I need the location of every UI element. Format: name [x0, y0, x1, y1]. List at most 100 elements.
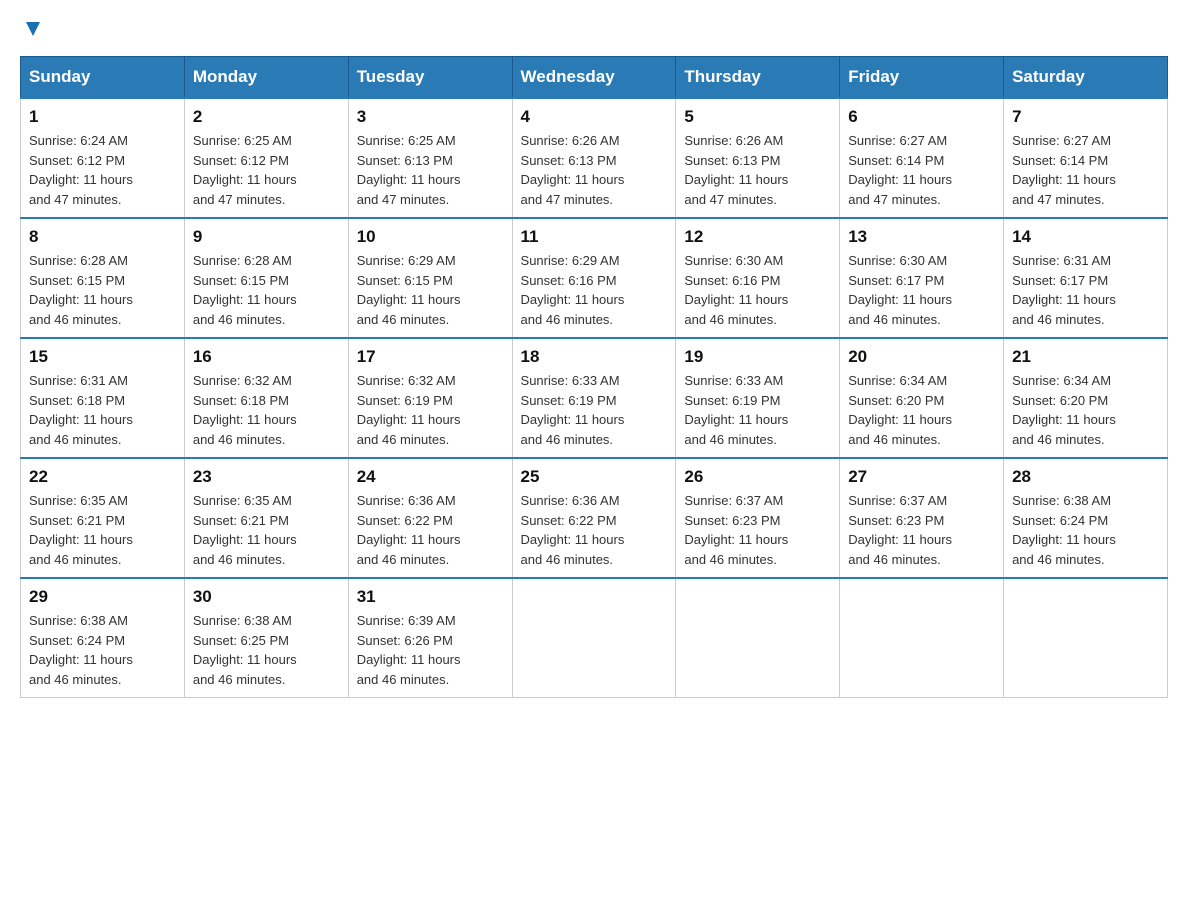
- column-header-thursday: Thursday: [676, 57, 840, 99]
- day-cell-16: 16 Sunrise: 6:32 AMSunset: 6:18 PMDaylig…: [184, 338, 348, 458]
- day-info: Sunrise: 6:31 AMSunset: 6:18 PMDaylight:…: [29, 371, 176, 449]
- empty-cell: [676, 578, 840, 698]
- day-number: 27: [848, 467, 995, 487]
- day-cell-3: 3 Sunrise: 6:25 AMSunset: 6:13 PMDayligh…: [348, 98, 512, 218]
- day-cell-20: 20 Sunrise: 6:34 AMSunset: 6:20 PMDaylig…: [840, 338, 1004, 458]
- day-number: 4: [521, 107, 668, 127]
- day-cell-13: 13 Sunrise: 6:30 AMSunset: 6:17 PMDaylig…: [840, 218, 1004, 338]
- day-number: 19: [684, 347, 831, 367]
- day-cell-1: 1 Sunrise: 6:24 AMSunset: 6:12 PMDayligh…: [21, 98, 185, 218]
- day-cell-11: 11 Sunrise: 6:29 AMSunset: 6:16 PMDaylig…: [512, 218, 676, 338]
- day-number: 18: [521, 347, 668, 367]
- day-cell-10: 10 Sunrise: 6:29 AMSunset: 6:15 PMDaylig…: [348, 218, 512, 338]
- day-info: Sunrise: 6:33 AMSunset: 6:19 PMDaylight:…: [521, 371, 668, 449]
- calendar-header-row: SundayMondayTuesdayWednesdayThursdayFrid…: [21, 57, 1168, 99]
- day-info: Sunrise: 6:26 AMSunset: 6:13 PMDaylight:…: [684, 131, 831, 209]
- day-cell-12: 12 Sunrise: 6:30 AMSunset: 6:16 PMDaylig…: [676, 218, 840, 338]
- day-number: 1: [29, 107, 176, 127]
- empty-cell: [840, 578, 1004, 698]
- day-number: 8: [29, 227, 176, 247]
- day-number: 26: [684, 467, 831, 487]
- day-info: Sunrise: 6:27 AMSunset: 6:14 PMDaylight:…: [1012, 131, 1159, 209]
- day-cell-28: 28 Sunrise: 6:38 AMSunset: 6:24 PMDaylig…: [1004, 458, 1168, 578]
- day-info: Sunrise: 6:25 AMSunset: 6:12 PMDaylight:…: [193, 131, 340, 209]
- day-number: 10: [357, 227, 504, 247]
- day-cell-26: 26 Sunrise: 6:37 AMSunset: 6:23 PMDaylig…: [676, 458, 840, 578]
- day-number: 20: [848, 347, 995, 367]
- day-info: Sunrise: 6:38 AMSunset: 6:25 PMDaylight:…: [193, 611, 340, 689]
- day-number: 15: [29, 347, 176, 367]
- day-number: 13: [848, 227, 995, 247]
- week-row-2: 8 Sunrise: 6:28 AMSunset: 6:15 PMDayligh…: [21, 218, 1168, 338]
- day-info: Sunrise: 6:26 AMSunset: 6:13 PMDaylight:…: [521, 131, 668, 209]
- day-cell-31: 31 Sunrise: 6:39 AMSunset: 6:26 PMDaylig…: [348, 578, 512, 698]
- day-cell-7: 7 Sunrise: 6:27 AMSunset: 6:14 PMDayligh…: [1004, 98, 1168, 218]
- column-header-monday: Monday: [184, 57, 348, 99]
- day-number: 23: [193, 467, 340, 487]
- day-number: 14: [1012, 227, 1159, 247]
- day-number: 6: [848, 107, 995, 127]
- day-cell-5: 5 Sunrise: 6:26 AMSunset: 6:13 PMDayligh…: [676, 98, 840, 218]
- day-number: 31: [357, 587, 504, 607]
- calendar-table: SundayMondayTuesdayWednesdayThursdayFrid…: [20, 56, 1168, 698]
- day-number: 7: [1012, 107, 1159, 127]
- empty-cell: [1004, 578, 1168, 698]
- week-row-4: 22 Sunrise: 6:35 AMSunset: 6:21 PMDaylig…: [21, 458, 1168, 578]
- column-header-friday: Friday: [840, 57, 1004, 99]
- day-number: 5: [684, 107, 831, 127]
- day-cell-22: 22 Sunrise: 6:35 AMSunset: 6:21 PMDaylig…: [21, 458, 185, 578]
- day-info: Sunrise: 6:30 AMSunset: 6:16 PMDaylight:…: [684, 251, 831, 329]
- day-cell-15: 15 Sunrise: 6:31 AMSunset: 6:18 PMDaylig…: [21, 338, 185, 458]
- day-cell-18: 18 Sunrise: 6:33 AMSunset: 6:19 PMDaylig…: [512, 338, 676, 458]
- column-header-saturday: Saturday: [1004, 57, 1168, 99]
- day-cell-14: 14 Sunrise: 6:31 AMSunset: 6:17 PMDaylig…: [1004, 218, 1168, 338]
- day-cell-25: 25 Sunrise: 6:36 AMSunset: 6:22 PMDaylig…: [512, 458, 676, 578]
- logo-arrow-icon: [22, 18, 44, 40]
- day-number: 25: [521, 467, 668, 487]
- logo: [20, 20, 44, 36]
- day-cell-23: 23 Sunrise: 6:35 AMSunset: 6:21 PMDaylig…: [184, 458, 348, 578]
- day-cell-4: 4 Sunrise: 6:26 AMSunset: 6:13 PMDayligh…: [512, 98, 676, 218]
- day-info: Sunrise: 6:38 AMSunset: 6:24 PMDaylight:…: [29, 611, 176, 689]
- day-number: 28: [1012, 467, 1159, 487]
- day-cell-9: 9 Sunrise: 6:28 AMSunset: 6:15 PMDayligh…: [184, 218, 348, 338]
- day-info: Sunrise: 6:27 AMSunset: 6:14 PMDaylight:…: [848, 131, 995, 209]
- day-number: 12: [684, 227, 831, 247]
- day-info: Sunrise: 6:37 AMSunset: 6:23 PMDaylight:…: [684, 491, 831, 569]
- column-header-sunday: Sunday: [21, 57, 185, 99]
- day-number: 11: [521, 227, 668, 247]
- day-cell-8: 8 Sunrise: 6:28 AMSunset: 6:15 PMDayligh…: [21, 218, 185, 338]
- day-cell-21: 21 Sunrise: 6:34 AMSunset: 6:20 PMDaylig…: [1004, 338, 1168, 458]
- day-cell-17: 17 Sunrise: 6:32 AMSunset: 6:19 PMDaylig…: [348, 338, 512, 458]
- day-cell-27: 27 Sunrise: 6:37 AMSunset: 6:23 PMDaylig…: [840, 458, 1004, 578]
- day-number: 9: [193, 227, 340, 247]
- day-cell-29: 29 Sunrise: 6:38 AMSunset: 6:24 PMDaylig…: [21, 578, 185, 698]
- day-cell-19: 19 Sunrise: 6:33 AMSunset: 6:19 PMDaylig…: [676, 338, 840, 458]
- day-info: Sunrise: 6:28 AMSunset: 6:15 PMDaylight:…: [29, 251, 176, 329]
- day-number: 29: [29, 587, 176, 607]
- week-row-3: 15 Sunrise: 6:31 AMSunset: 6:18 PMDaylig…: [21, 338, 1168, 458]
- page-header: [20, 20, 1168, 36]
- day-cell-30: 30 Sunrise: 6:38 AMSunset: 6:25 PMDaylig…: [184, 578, 348, 698]
- day-number: 24: [357, 467, 504, 487]
- day-cell-2: 2 Sunrise: 6:25 AMSunset: 6:12 PMDayligh…: [184, 98, 348, 218]
- day-number: 2: [193, 107, 340, 127]
- day-info: Sunrise: 6:24 AMSunset: 6:12 PMDaylight:…: [29, 131, 176, 209]
- day-number: 30: [193, 587, 340, 607]
- day-info: Sunrise: 6:25 AMSunset: 6:13 PMDaylight:…: [357, 131, 504, 209]
- day-number: 17: [357, 347, 504, 367]
- day-info: Sunrise: 6:36 AMSunset: 6:22 PMDaylight:…: [521, 491, 668, 569]
- day-info: Sunrise: 6:34 AMSunset: 6:20 PMDaylight:…: [848, 371, 995, 449]
- day-info: Sunrise: 6:39 AMSunset: 6:26 PMDaylight:…: [357, 611, 504, 689]
- day-info: Sunrise: 6:35 AMSunset: 6:21 PMDaylight:…: [29, 491, 176, 569]
- column-header-tuesday: Tuesday: [348, 57, 512, 99]
- day-number: 21: [1012, 347, 1159, 367]
- day-info: Sunrise: 6:31 AMSunset: 6:17 PMDaylight:…: [1012, 251, 1159, 329]
- empty-cell: [512, 578, 676, 698]
- day-info: Sunrise: 6:30 AMSunset: 6:17 PMDaylight:…: [848, 251, 995, 329]
- day-info: Sunrise: 6:28 AMSunset: 6:15 PMDaylight:…: [193, 251, 340, 329]
- day-info: Sunrise: 6:34 AMSunset: 6:20 PMDaylight:…: [1012, 371, 1159, 449]
- day-info: Sunrise: 6:37 AMSunset: 6:23 PMDaylight:…: [848, 491, 995, 569]
- day-info: Sunrise: 6:32 AMSunset: 6:18 PMDaylight:…: [193, 371, 340, 449]
- week-row-1: 1 Sunrise: 6:24 AMSunset: 6:12 PMDayligh…: [21, 98, 1168, 218]
